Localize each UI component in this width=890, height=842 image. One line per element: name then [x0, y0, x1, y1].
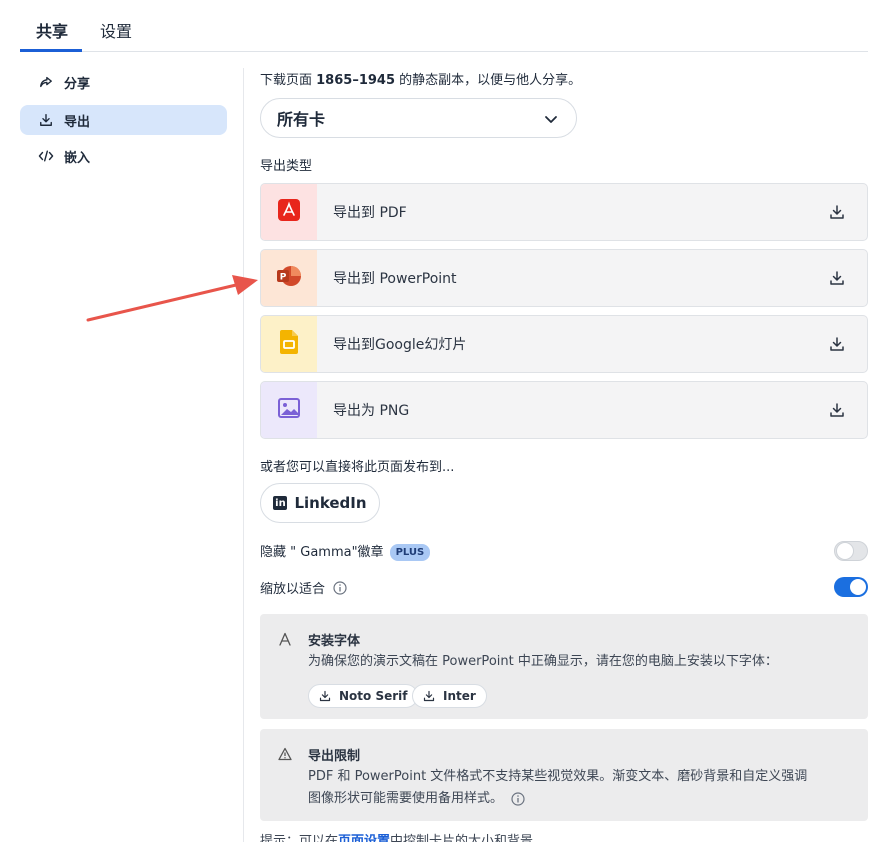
fit-toggle[interactable] — [834, 577, 868, 597]
plus-badge: PLUS — [389, 544, 431, 561]
download-icon — [423, 690, 435, 702]
top-tabs: 共享 设置 — [20, 0, 868, 52]
download-icon — [829, 402, 845, 422]
font-download-noto-serif[interactable]: Noto Serif — [308, 684, 419, 708]
sidebar-item-label: 嵌入 — [64, 150, 91, 166]
pdf-icon — [278, 199, 300, 225]
export-label: 导出到 PowerPoint — [333, 271, 457, 287]
export-label: 导出到Google幻灯片 — [333, 337, 467, 353]
card-scope-select[interactable]: 所有卡 — [260, 98, 577, 138]
intro-suffix: 的静态副本，以便与他人分享。 — [395, 73, 582, 88]
download-icon — [829, 336, 845, 356]
download-icon — [319, 690, 331, 702]
page-settings-link[interactable]: 页面设置 — [338, 834, 390, 842]
page-settings-hint: 提示：可以在页面设置中控制卡片的大小和背景 — [260, 830, 533, 842]
linkedin-label: LinkedIn — [294, 494, 367, 512]
active-tab-indicator — [20, 49, 82, 52]
card-description-line1: PDF 和 PowerPoint 文件格式不支持某些视觉效果。渐变文本、磨砂背景… — [308, 769, 808, 784]
powerpoint-icon: P — [276, 264, 302, 292]
chevron-down-icon — [544, 111, 558, 130]
hide-badge-label: 隐藏 " Gamma"徽章 — [260, 545, 384, 560]
download-icon — [829, 270, 845, 290]
fit-row: 缩放以适合 — [260, 578, 347, 597]
card-description-line2: 图像形状可能需要使用备用样式。 — [308, 787, 525, 810]
export-intro: 下载页面 1865–1945 的静态副本，以便与他人分享。 — [260, 69, 581, 88]
fit-label: 缩放以适合 — [260, 582, 326, 597]
font-name: Inter — [443, 689, 476, 703]
google-slides-icon — [280, 330, 298, 358]
export-powerpoint-button[interactable]: P 导出到 PowerPoint — [260, 249, 868, 307]
hide-badge-toggle[interactable] — [834, 541, 868, 561]
sidebar-item-embed[interactable]: 嵌入 — [20, 141, 227, 171]
install-fonts-card: 安装字体 为确保您的演示文稿在 PowerPoint 中正确显示，请在您的电脑上… — [260, 614, 868, 719]
card-title: 导出限制 — [308, 749, 361, 764]
export-limits-card: 导出限制 PDF 和 PowerPoint 文件格式不支持某些视觉效果。渐变文本… — [260, 729, 868, 821]
export-label: 导出为 PNG — [333, 403, 410, 419]
font-download-inter[interactable]: Inter — [412, 684, 487, 708]
tab-share[interactable]: 共享 — [36, 18, 68, 42]
svg-text:P: P — [280, 273, 287, 283]
export-label: 导出到 PDF — [333, 205, 407, 221]
hint-prefix: 提示：可以在 — [260, 834, 339, 842]
card-description: 为确保您的演示文稿在 PowerPoint 中正确显示，请在您的电脑上安装以下字… — [308, 654, 778, 669]
sidebar-divider — [243, 68, 244, 842]
sidebar-item-export[interactable]: 导出 — [20, 105, 227, 135]
export-type-label: 导出类型 — [260, 159, 313, 174]
hint-suffix: 中控制卡片的大小和背景 — [390, 834, 534, 842]
intro-page-range: 1865–1945 — [316, 73, 396, 88]
linkedin-icon: in — [273, 496, 288, 510]
export-png-button[interactable]: 导出为 PNG — [260, 381, 868, 439]
export-google-slides-button[interactable]: 导出到Google幻灯片 — [260, 315, 868, 373]
image-icon — [278, 398, 300, 422]
google-slides-tile — [261, 316, 317, 372]
select-value: 所有卡 — [277, 110, 326, 129]
export-pdf-button[interactable]: 导出到 PDF — [260, 183, 868, 241]
toggle-knob — [837, 543, 853, 559]
hide-badge-row: 隐藏 " Gamma"徽章 PLUS — [260, 541, 431, 561]
tab-settings[interactable]: 设置 — [100, 18, 132, 42]
code-icon — [36, 149, 56, 163]
limits-line2-text: 图像形状可能需要使用备用样式。 — [308, 791, 504, 806]
sidebar-item-label: 导出 — [64, 114, 91, 130]
card-title: 安装字体 — [308, 634, 361, 649]
powerpoint-tile: P — [261, 250, 317, 306]
pdf-tile — [261, 184, 317, 240]
font-icon — [278, 632, 292, 650]
sidebar-item-label: 分享 — [64, 76, 91, 92]
sidebar-item-share[interactable]: 分享 — [20, 67, 227, 97]
intro-prefix: 下载页面 — [260, 73, 317, 88]
share-icon — [36, 75, 56, 89]
download-icon — [829, 204, 845, 224]
info-icon[interactable] — [333, 580, 347, 595]
toggle-knob — [850, 579, 866, 595]
png-tile — [261, 382, 317, 438]
linkedin-button[interactable]: in LinkedIn — [260, 483, 380, 523]
warning-icon — [278, 747, 292, 765]
download-icon — [36, 113, 56, 127]
info-icon[interactable] — [511, 791, 525, 806]
font-name: Noto Serif — [339, 689, 408, 703]
publish-label: 或者您可以直接将此页面发布到... — [260, 460, 455, 475]
